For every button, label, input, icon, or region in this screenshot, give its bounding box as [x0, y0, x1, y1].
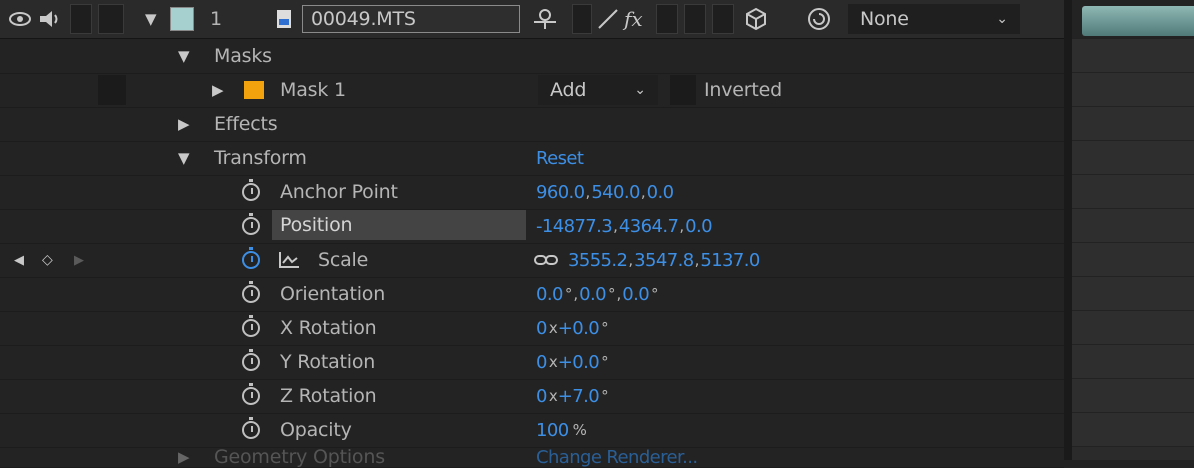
property-label: Anchor Point [280, 181, 398, 203]
change-renderer-link[interactable]: Change Renderer... [536, 447, 698, 468]
mask-color-swatch[interactable] [244, 73, 264, 107]
timeline-row [1072, 379, 1194, 413]
mask-expand-arrow[interactable]: ▶ [212, 73, 224, 107]
position-row[interactable]: Position -14877.3, 4364.7, 0.0 [0, 209, 1064, 244]
y-rotation-value[interactable]: 0 x +0.0 ° [536, 345, 609, 379]
layer-number: 1 [210, 8, 222, 30]
orientation-row[interactable]: Orientation 0.0 °, 0.0 °, 0.0 ° [0, 277, 1064, 312]
stopwatch-icon[interactable] [242, 379, 260, 413]
stopwatch-active-icon[interactable] [242, 243, 260, 277]
property-label: Opacity [280, 419, 352, 441]
stopwatch-icon[interactable] [242, 277, 260, 311]
z-rotation-row[interactable]: Z Rotation 0 x +7.0 ° [0, 379, 1064, 414]
pickwhip-icon[interactable] [806, 0, 832, 38]
timeline-layer-bar[interactable] [1072, 0, 1194, 39]
constrain-proportions-icon[interactable] [534, 243, 558, 277]
timeline-row [1072, 175, 1194, 209]
layer-row[interactable]: ▼ 1 00049.MTS fx None ⌄ [0, 0, 1064, 39]
mask-inverted-label: Inverted [704, 79, 782, 101]
quality-icon[interactable] [596, 0, 620, 38]
3d-layer-icon[interactable] [744, 0, 768, 38]
mask-label: Mask 1 [280, 79, 346, 101]
previous-keyframe-icon[interactable]: ◀ [14, 243, 24, 277]
shy-icon[interactable] [532, 0, 558, 38]
layer-expand-arrow[interactable]: ▼ [145, 0, 157, 38]
y-rotation-row[interactable]: Y Rotation 0 x +0.0 ° [0, 345, 1064, 380]
property-label: X Rotation [280, 317, 377, 339]
scale-row[interactable]: ◀ ◇ ▶ Scale 3555.2, 3547.8, 5137.0 [0, 243, 1064, 278]
mask-inverted-checkbox[interactable] [670, 75, 696, 105]
chevron-down-icon: ⌄ [996, 11, 1008, 27]
stopwatch-icon[interactable] [242, 413, 260, 447]
property-label: Scale [318, 249, 369, 271]
effects-expand-arrow[interactable]: ▶ [178, 107, 190, 141]
graph-editor-icon[interactable] [278, 243, 300, 277]
masks-expand-arrow[interactable]: ▼ [178, 39, 190, 73]
speaker-icon[interactable] [38, 0, 64, 38]
orientation-value[interactable]: 0.0 °, 0.0 °, 0.0 ° [536, 277, 659, 311]
timeline-row [1072, 413, 1194, 447]
timeline-row [1072, 73, 1194, 107]
timeline-row [1072, 277, 1194, 311]
mask-visibility-switch[interactable] [98, 75, 126, 105]
transform-reset-link[interactable]: Reset [536, 141, 584, 175]
masks-label: Masks [214, 45, 272, 67]
panel-divider[interactable] [1064, 0, 1072, 460]
timeline-row [1072, 345, 1194, 379]
frame-blend-switch[interactable] [656, 4, 678, 34]
timeline-row [1072, 107, 1194, 141]
mask-row[interactable]: ▶ Mask 1 Add ⌄ Inverted [0, 73, 1064, 108]
property-label: Z Rotation [280, 385, 377, 407]
layer-name-field[interactable]: 00049.MTS [302, 3, 522, 35]
layer-properties-panel: ▼ 1 00049.MTS fx None ⌄ ▼ Masks ▶ Mask 1… [0, 0, 1064, 468]
chevron-down-icon: ⌄ [634, 82, 646, 98]
anchor-point-row[interactable]: Anchor Point 960.0, 540.0, 0.0 [0, 175, 1064, 210]
solo-switch[interactable] [70, 4, 92, 34]
opacity-value[interactable]: 100% [536, 413, 587, 447]
timeline-row [1072, 141, 1194, 175]
timeline-area[interactable] [1072, 0, 1194, 460]
timeline-row [1072, 39, 1194, 73]
timeline-row [1072, 243, 1194, 277]
anchor-point-value[interactable]: 960.0, 540.0, 0.0 [536, 175, 674, 209]
mask-mode-dropdown[interactable]: Add ⌄ [538, 75, 658, 105]
collapse-switch[interactable] [572, 4, 592, 34]
clip-thumbnail[interactable] [1082, 6, 1194, 36]
eye-icon[interactable] [8, 0, 32, 38]
timeline-row [1072, 209, 1194, 243]
stopwatch-icon[interactable] [242, 209, 260, 243]
scale-value[interactable]: 3555.2, 3547.8, 5137.0 [568, 243, 760, 277]
add-keyframe-icon[interactable]: ◇ [42, 243, 53, 277]
stopwatch-icon[interactable] [242, 311, 260, 345]
fx-icon[interactable]: fx [624, 0, 643, 38]
geometry-options-row[interactable]: ▶ Geometry Options Change Renderer... [0, 446, 1064, 468]
effects-group-row[interactable]: ▶ Effects [0, 107, 1064, 142]
adjustment-switch[interactable] [712, 4, 734, 34]
property-label: Y Rotation [280, 351, 376, 373]
timeline-row [1072, 311, 1194, 345]
transform-expand-arrow[interactable]: ▼ [178, 141, 190, 175]
x-rotation-value[interactable]: 0 x +0.0 ° [536, 311, 609, 345]
stopwatch-icon[interactable] [242, 175, 260, 209]
z-rotation-value[interactable]: 0 x +7.0 ° [536, 379, 609, 413]
position-value[interactable]: -14877.3, 4364.7, 0.0 [536, 209, 713, 243]
x-rotation-row[interactable]: X Rotation 0 x +0.0 ° [0, 311, 1064, 346]
effects-label: Effects [214, 113, 278, 135]
stopwatch-icon[interactable] [242, 345, 260, 379]
motion-blur-switch[interactable] [684, 4, 706, 34]
layer-label-color[interactable] [170, 0, 194, 38]
footage-file-icon [276, 0, 292, 38]
property-label: Position [272, 210, 526, 240]
geometry-options-label: Geometry Options [214, 446, 385, 468]
property-label: Orientation [280, 283, 386, 305]
next-keyframe-icon[interactable]: ▶ [74, 243, 84, 277]
lock-switch[interactable] [98, 4, 124, 34]
transform-group-row[interactable]: ▼ Transform Reset [0, 141, 1064, 176]
masks-group-row[interactable]: ▼ Masks [0, 39, 1064, 74]
geometry-options-expand-arrow[interactable]: ▶ [178, 447, 190, 467]
opacity-row[interactable]: Opacity 100% [0, 413, 1064, 448]
parent-dropdown[interactable]: None ⌄ [848, 3, 1020, 35]
transform-label: Transform [214, 147, 307, 169]
